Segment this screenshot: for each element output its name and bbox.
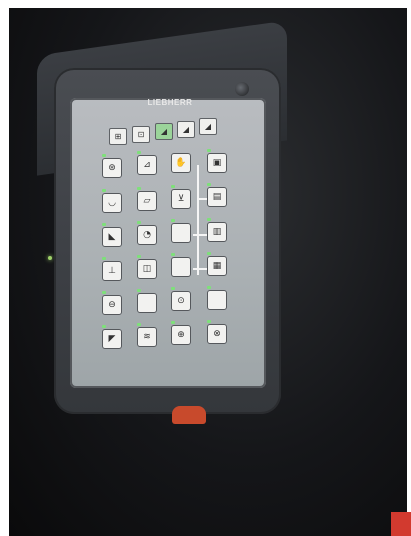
wiper-icon[interactable]: ◤ (102, 329, 122, 349)
blank-key-4-icon[interactable] (207, 290, 227, 310)
washer-icon[interactable]: ≋ (137, 327, 157, 347)
blank-key-2-icon[interactable] (171, 257, 191, 277)
led-indicator (137, 187, 141, 190)
engine-2-icon[interactable]: ⊗ (207, 324, 227, 344)
led-indicator (137, 289, 141, 292)
ambient-indicator-light (48, 256, 52, 260)
led-indicator (102, 291, 106, 294)
led-indicator (171, 321, 175, 324)
led-indicator (137, 323, 141, 326)
blank-key-1-icon[interactable] (171, 223, 191, 243)
led-indicator (102, 154, 106, 157)
shake-icon[interactable]: ⊻ (171, 189, 191, 209)
connector-line-vertical (197, 165, 199, 275)
machine-3-icon[interactable]: ▦ (207, 256, 227, 276)
led-indicator (137, 151, 141, 154)
brand-logo: LIEBHERR (147, 98, 193, 107)
machine-2-icon[interactable]: ▥ (207, 222, 227, 242)
led-indicator (171, 219, 175, 222)
led-indicator (171, 287, 175, 290)
ramp-mode-3-icon[interactable]: ◢ (199, 118, 217, 135)
ramp-mode-2-icon[interactable]: ◢ (177, 121, 195, 138)
blank-key-3-icon[interactable] (137, 293, 157, 313)
led-indicator (137, 255, 141, 258)
hydraulic-icon[interactable]: ▣ (207, 153, 227, 173)
work-light-front-icon[interactable]: ◣ (102, 227, 122, 247)
ramp-mode-1-icon[interactable]: ◢ (155, 123, 173, 140)
crane-icon[interactable]: ⊥ (102, 261, 122, 281)
rotating-beacon-icon[interactable]: ◔ (137, 225, 157, 245)
led-indicator (102, 223, 106, 226)
led-indicator (207, 252, 211, 255)
keypad-face (70, 98, 266, 388)
air-filter-icon[interactable]: ⊕ (171, 325, 191, 345)
screw-top-right (235, 82, 249, 96)
led-indicator (102, 325, 106, 328)
tilt-icon[interactable]: ⊿ (137, 155, 157, 175)
led-indicator (207, 320, 211, 323)
led-indicator (171, 185, 175, 188)
led-indicator (102, 189, 106, 192)
led-indicator (207, 286, 211, 289)
lift-icon[interactable]: ⊡ (132, 126, 150, 143)
steering-wheel-icon[interactable]: ⊛ (102, 158, 122, 178)
machine-1-icon[interactable]: ▤ (207, 187, 227, 207)
led-indicator (102, 257, 106, 260)
led-indicator (207, 183, 211, 186)
red-corner-object (391, 512, 411, 536)
engine-icon[interactable]: ⊙ (171, 291, 191, 311)
ground-drive-icon[interactable]: ⊞ (109, 128, 127, 145)
bucket-icon[interactable]: ◡ (102, 193, 122, 213)
led-indicator (207, 218, 211, 221)
led-indicator (171, 253, 175, 256)
float-icon[interactable]: ▱ (137, 191, 157, 211)
stop-hand-icon[interactable]: ✋ (171, 153, 191, 173)
led-indicator (137, 221, 141, 224)
led-indicator (207, 149, 211, 152)
emergency-stop-button[interactable] (172, 406, 206, 424)
interlock-icon[interactable]: ⊖ (102, 295, 122, 315)
fan-icon[interactable]: ◫ (137, 259, 157, 279)
